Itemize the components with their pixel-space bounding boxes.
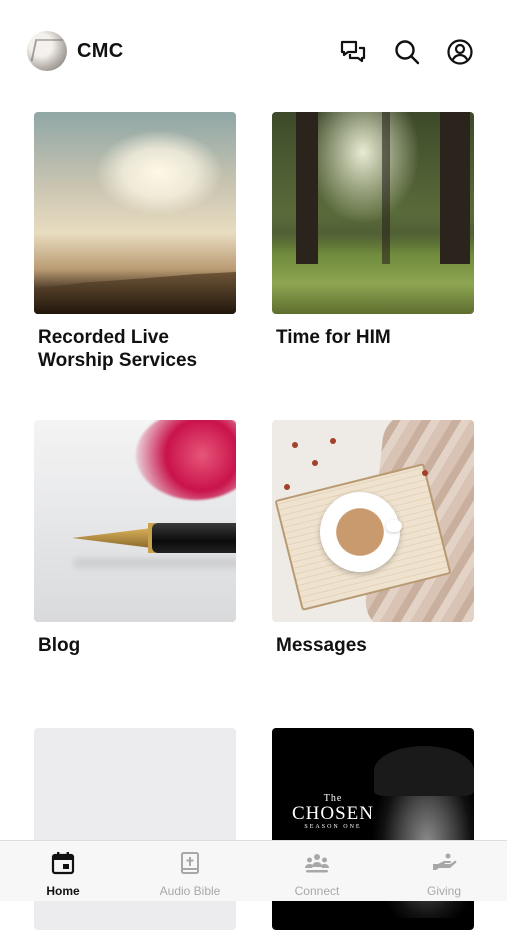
coffee-book-image xyxy=(272,420,474,622)
bottom-tab-bar: Home Audio Bible Connect Giving xyxy=(0,840,507,901)
card-time-for-him[interactable]: Time for HIM xyxy=(272,112,474,349)
forest-image xyxy=(272,112,474,314)
berry-shape xyxy=(312,460,318,466)
profile-icon[interactable] xyxy=(446,38,474,66)
tab-label: Giving xyxy=(426,884,461,898)
app-header: CMC xyxy=(0,0,507,100)
chosen-title-logo: The CHOSEN SEASON ONE xyxy=(292,793,374,830)
card-blog[interactable]: Blog xyxy=(34,420,236,657)
tab-label: Audio Bible xyxy=(159,884,221,898)
tab-audio-bible[interactable]: Audio Bible xyxy=(127,841,253,901)
card-title: Time for HIM xyxy=(276,327,391,348)
chosen-season-text: SEASON ONE xyxy=(304,824,362,830)
chosen-main-text: CHOSEN xyxy=(292,803,375,824)
tab-label: Home xyxy=(46,884,80,898)
tab-connect[interactable]: Connect xyxy=(254,841,380,901)
berry-shape xyxy=(330,438,336,444)
hill-shape xyxy=(34,272,236,314)
berry-shape xyxy=(422,470,428,476)
pen-shadow xyxy=(74,558,236,568)
cup-handle-shape xyxy=(386,520,402,532)
fountain-pen-image xyxy=(34,420,236,622)
berry-shape xyxy=(284,484,290,490)
tab-home[interactable]: Home xyxy=(0,841,126,901)
tab-label: Connect xyxy=(294,884,340,898)
sky-clouds-image xyxy=(34,112,236,314)
hair-shape xyxy=(374,746,474,796)
flower-shape xyxy=(136,420,236,500)
tab-giving[interactable]: Giving xyxy=(381,841,507,901)
card-title: Messages xyxy=(276,635,367,656)
card-title: Recorded Live Worship Services xyxy=(38,327,198,371)
coffee-cup-shape xyxy=(330,502,390,562)
people-group-icon xyxy=(304,850,330,876)
card-recorded-live-worship[interactable]: Recorded Live Worship Services xyxy=(34,112,236,372)
tree-trunk xyxy=(296,112,318,264)
pen-barrel xyxy=(152,523,236,553)
berry-shape xyxy=(292,442,298,448)
bible-icon xyxy=(177,850,203,876)
app-title: CMC xyxy=(77,40,124,62)
pen-nib xyxy=(72,528,152,548)
giving-hand-icon xyxy=(431,850,457,876)
search-icon[interactable] xyxy=(393,38,421,66)
calendar-icon xyxy=(50,850,76,876)
church-logo-avatar[interactable] xyxy=(27,31,67,71)
tree-trunk xyxy=(440,112,470,264)
tree-trunk xyxy=(382,112,390,264)
card-title: Blog xyxy=(38,635,81,656)
card-messages[interactable]: Messages xyxy=(272,420,474,657)
chat-icon[interactable] xyxy=(339,38,367,66)
